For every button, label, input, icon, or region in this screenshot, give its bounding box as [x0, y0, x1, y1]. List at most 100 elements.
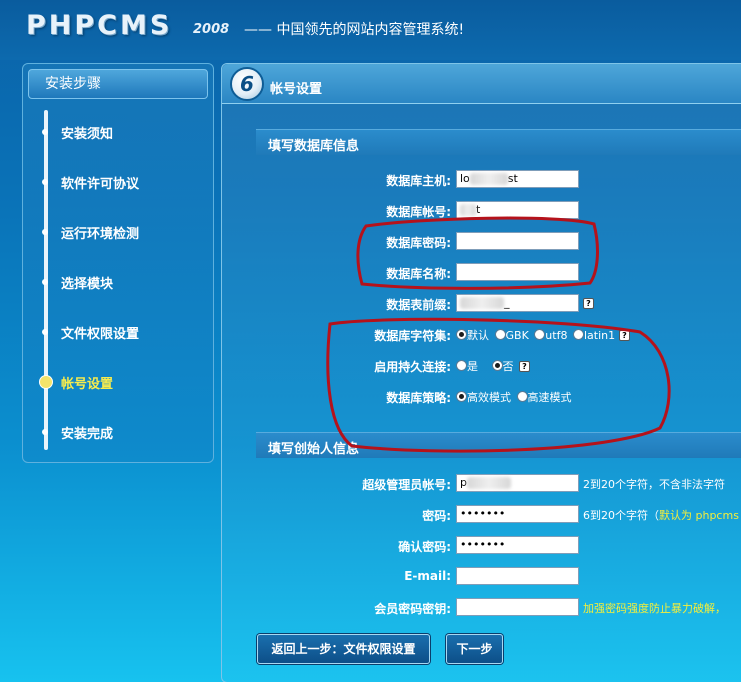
radio-icon: [516, 391, 528, 402]
radio-label: utf8: [545, 329, 568, 342]
radio-icon: [494, 329, 506, 340]
help-icon[interactable]: ?: [619, 330, 630, 341]
charset-option-gbk[interactable]: GBK: [494, 329, 529, 342]
member-key-hint: 加强密码强度防止暴力破解，: [583, 602, 726, 615]
hint-text: 6到20个字符（: [583, 509, 659, 522]
radio-label: 默认: [467, 329, 489, 342]
persistent-radio-group: 是 否: [456, 358, 516, 374]
step-label: 安装完成: [61, 427, 114, 442]
step-label: 文件权限设置: [61, 327, 140, 342]
step-item-env-check: 运行环境检测: [38, 222, 208, 242]
radio-selected-icon: [491, 360, 503, 371]
radio-icon: [456, 360, 467, 371]
db-prefix-value-end: _: [504, 296, 510, 309]
back-button[interactable]: 返回上一步：文件权限设置: [257, 634, 430, 664]
step-dot-icon: [42, 329, 48, 335]
db-prefix-label: 数据表前缀:: [386, 298, 451, 312]
admin-account-value-start: p: [460, 476, 467, 489]
step-item-account: 帐号设置: [38, 372, 208, 392]
logo-year: 2008: [193, 22, 230, 37]
redaction-blur: [460, 297, 504, 309]
step-item-license: 软件许可协议: [38, 172, 208, 192]
db-charset-label: 数据库字符集:: [374, 329, 451, 343]
step-item-modules: 选择模块: [38, 272, 208, 292]
charset-option-latin1[interactable]: latin1: [572, 329, 616, 342]
db-charset-radio-group: 默认 GBK utf8 latin1: [456, 327, 617, 343]
db-password-input[interactable]: [456, 232, 579, 250]
step-dot-icon: [42, 279, 48, 285]
next-button[interactable]: 下一步: [446, 634, 503, 664]
strategy-option-fast[interactable]: 高速模式: [516, 389, 572, 405]
radio-icon: [534, 329, 546, 340]
db-host-input[interactable]: lo st: [456, 170, 579, 188]
email-label: E-mail:: [404, 569, 451, 583]
confirm-password-label: 确认密码:: [398, 540, 451, 554]
db-name-input[interactable]: [456, 263, 579, 281]
db-user-input[interactable]: t: [456, 201, 579, 219]
charset-option-utf8[interactable]: utf8: [534, 329, 567, 342]
member-key-input[interactable]: [456, 598, 579, 616]
db-user-label: 数据库帐号:: [386, 205, 451, 219]
step-dot-icon: [42, 229, 48, 235]
step-label: 选择模块: [61, 277, 114, 292]
radio-icon: [572, 329, 584, 340]
step-dot-icon: [42, 429, 48, 435]
redaction-blur: [469, 173, 508, 185]
radio-label: 是: [467, 360, 478, 373]
email-input[interactable]: [456, 567, 579, 585]
help-icon[interactable]: ?: [519, 361, 530, 372]
member-key-label: 会员密码密钥:: [374, 602, 451, 616]
radio-label: latin1: [583, 329, 616, 342]
radio-label: 否: [502, 360, 514, 373]
db-prefix-input[interactable]: _: [456, 294, 579, 312]
sidebar-title: 安装步骤: [28, 69, 208, 99]
step-label: 软件许可协议: [61, 177, 140, 192]
admin-section-header: 填写创始人信息: [256, 432, 741, 458]
radio-label: 高速模式: [527, 391, 572, 404]
step-number-badge: 6: [230, 67, 264, 101]
db-host-value-start: lo: [460, 172, 470, 185]
step-item-permissions: 文件权限设置: [38, 322, 208, 342]
confirm-password-input[interactable]: •••••••: [456, 536, 579, 554]
step-label: 安装须知: [61, 127, 114, 142]
admin-account-label: 超级管理员帐号:: [362, 478, 451, 492]
radio-selected-icon: [456, 329, 467, 340]
redaction-blur: [460, 204, 476, 216]
header-slogan: —— 中国领先的网站内容管理系统!: [244, 22, 465, 38]
admin-password-input[interactable]: •••••••: [456, 505, 579, 523]
persistent-option-no[interactable]: 否: [491, 358, 514, 374]
step-item-finish: 安装完成: [38, 422, 208, 442]
persistent-option-yes[interactable]: 是: [456, 358, 478, 374]
db-user-value-end: t: [476, 203, 481, 216]
db-section-header: 填写数据库信息: [256, 129, 741, 155]
charset-option-default[interactable]: 默认: [456, 327, 489, 343]
persistent-label: 启用持久连接:: [374, 360, 451, 374]
admin-account-hint: 2到20个字符，不含非法字符: [583, 478, 725, 491]
admin-account-input[interactable]: p: [456, 474, 579, 492]
radio-label: GBK: [505, 329, 529, 342]
step-item-notice: 安装须知: [38, 122, 208, 142]
hint-default-text: 默认为 phpcms: [659, 509, 739, 522]
db-password-label: 数据库密码:: [386, 236, 451, 250]
db-strategy-label: 数据库策略:: [386, 391, 451, 405]
db-strategy-radio-group: 高效模式 高速模式: [456, 389, 574, 405]
radio-selected-icon: [456, 391, 467, 402]
step-dot-icon: [42, 129, 48, 135]
admin-password-hint: 6到20个字符（默认为 phpcms: [583, 507, 739, 523]
admin-password-label: 密码:: [422, 509, 451, 523]
admin-section-title: 填写创始人信息: [268, 442, 360, 457]
radio-label: 高效模式: [467, 391, 511, 404]
db-section-title: 填写数据库信息: [268, 139, 360, 154]
phpcms-logo: PHPCMS: [26, 10, 173, 41]
help-icon[interactable]: ?: [583, 298, 594, 309]
strategy-option-efficient[interactable]: 高效模式: [456, 389, 511, 405]
step-dot-icon: [42, 179, 48, 185]
db-host-label: 数据库主机:: [386, 174, 451, 188]
step-dot-active-icon: [40, 376, 52, 388]
redaction-blur: [466, 477, 511, 489]
db-name-label: 数据库名称:: [386, 267, 451, 281]
page-title: 帐号设置: [270, 82, 323, 97]
step-label-active: 帐号设置: [61, 377, 114, 392]
step-label: 运行环境检测: [61, 227, 140, 242]
db-host-value-end: st: [507, 172, 518, 185]
